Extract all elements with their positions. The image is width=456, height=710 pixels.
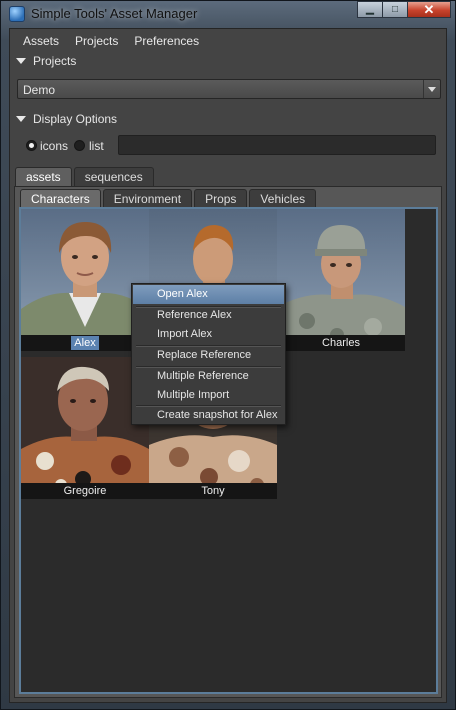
asset-caption: Gregoire: [21, 483, 149, 499]
menu-item-multiple-import[interactable]: Multiple Import: [133, 386, 284, 405]
projects-section-label: Projects: [33, 54, 77, 68]
project-dropdown-value: Demo: [23, 83, 56, 97]
asset-caption: Alex: [21, 335, 149, 351]
list-radio-label[interactable]: list: [89, 139, 104, 153]
icons-radio-label[interactable]: icons: [40, 139, 68, 153]
list-radio[interactable]: [74, 140, 85, 151]
menu-assets[interactable]: Assets: [15, 29, 67, 51]
minimize-button[interactable]: ▁: [357, 1, 383, 18]
asset-name-tony: Tony: [201, 485, 225, 497]
menu-item-replace-reference[interactable]: Replace Reference: [133, 346, 284, 365]
asset-caption: Charles: [277, 335, 405, 351]
icons-radio[interactable]: [26, 140, 37, 151]
asset-thumbnail-alex[interactable]: Alex: [21, 209, 149, 351]
chevron-down-icon: [428, 87, 436, 92]
asset-grid[interactable]: Alex Charles Gregoire Tony: [19, 207, 438, 694]
tab-assets[interactable]: assets: [15, 167, 72, 186]
tab-characters[interactable]: Characters: [20, 189, 101, 207]
tab-environment[interactable]: Environment: [102, 189, 193, 207]
window-controls: ▁ □ ✕: [357, 1, 451, 19]
close-button[interactable]: ✕: [407, 1, 451, 18]
menu-item-reference[interactable]: Reference Alex: [133, 306, 284, 325]
title-bar[interactable]: Simple Tools' Asset Manager ▁ □ ✕: [1, 1, 456, 27]
filter-input[interactable]: [118, 135, 436, 155]
collapse-triangle-icon: [16, 58, 26, 64]
main-tabs: assets sequences: [15, 167, 156, 187]
projects-section-header[interactable]: Projects: [10, 52, 446, 70]
view-mode-row: icons list: [10, 135, 446, 157]
menu-item-import[interactable]: Import Alex: [133, 325, 284, 344]
tab-vehicles[interactable]: Vehicles: [249, 189, 317, 207]
gregoire-portrait: [21, 357, 149, 499]
tab-sequences[interactable]: sequences: [73, 167, 154, 186]
menu-bar: Assets Projects Preferences: [10, 29, 446, 51]
app-icon: [9, 6, 25, 22]
asset-thumbnail-gregoire[interactable]: Gregoire: [21, 357, 149, 499]
window-title: Simple Tools' Asset Manager: [31, 6, 198, 21]
asset-name-gregoire: Gregoire: [63, 485, 107, 497]
menu-item-multiple-reference[interactable]: Multiple Reference: [133, 367, 284, 386]
asset-context-menu: Open Alex Reference Alex Import Alex Rep…: [131, 283, 286, 425]
menu-preferences[interactable]: Preferences: [126, 29, 207, 51]
maximize-button[interactable]: □: [382, 1, 408, 18]
menu-projects[interactable]: Projects: [67, 29, 126, 51]
maximize-icon: □: [391, 4, 399, 15]
alex-portrait: [21, 209, 149, 351]
minimize-icon: ▁: [366, 4, 374, 15]
display-options-label: Display Options: [33, 112, 118, 126]
asset-name-alex: Alex: [71, 336, 99, 350]
asset-name-charles: Charles: [322, 337, 360, 349]
display-options-header[interactable]: Display Options: [10, 110, 446, 128]
asset-thumbnail-charles[interactable]: Charles: [277, 209, 405, 351]
collapse-triangle-icon: [16, 116, 26, 122]
menu-item-open[interactable]: Open Alex: [133, 285, 284, 304]
assets-tab-panel: Characters Environment Props Vehicles Al…: [14, 186, 442, 698]
menu-item-create-snapshot[interactable]: Create snapshot for Alex: [133, 406, 284, 425]
category-tabs: Characters Environment Props Vehicles: [20, 189, 318, 207]
asset-caption: Tony: [149, 483, 277, 499]
project-dropdown[interactable]: Demo: [17, 79, 441, 99]
close-icon: ✕: [423, 1, 435, 17]
dropdown-button[interactable]: [423, 80, 440, 98]
tab-props[interactable]: Props: [194, 189, 248, 207]
charles-portrait: [277, 209, 405, 351]
